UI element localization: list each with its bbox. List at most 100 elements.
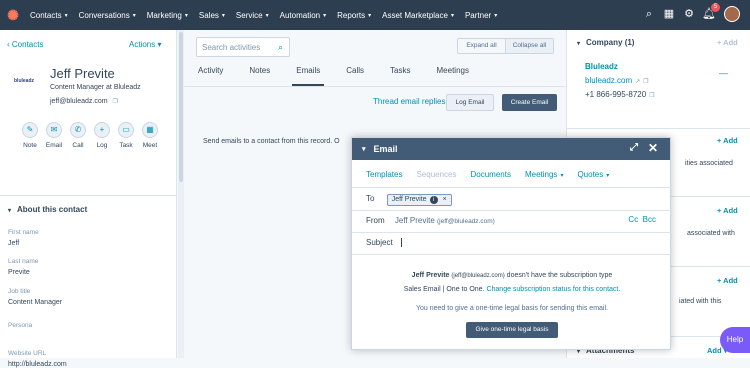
copy-icon[interactable]: ❐ [643,79,648,85]
tab-tasks[interactable]: Tasks [390,66,410,86]
quotes-dropdown[interactable]: Quotes ▾ [577,170,609,179]
chevron-down-icon[interactable]: ▾ [362,145,366,153]
company-logo: bluleadz [14,78,35,84]
tab-notes[interactable]: Notes [249,66,270,86]
about-section-toggle[interactable]: ▾ About this contact [8,205,87,214]
meet-button[interactable]: ▦ Meet [138,122,162,149]
nav-automation[interactable]: Automation ▾ [280,11,326,20]
company-phone: +1 866-995-8720 ❐ [585,90,655,99]
add-deal-button[interactable]: + Add [717,136,738,145]
log-button[interactable]: + Log [90,122,114,149]
bcc-link[interactable]: Bcc [643,215,656,224]
recipient-chip[interactable]: Jeff Previte i × [386,194,452,206]
company-domain: bluleadz.com ↗ ❐ [585,76,649,85]
info-icon[interactable]: i [429,196,438,204]
nav-asset-marketplace[interactable]: Asset Marketplace ▾ [382,11,454,20]
contact-title: Content Manager at Bluleadz [50,84,141,91]
nav-sales[interactable]: Sales ▾ [199,11,225,20]
documents-button[interactable]: Documents [471,170,511,179]
cc-bcc-links: Cc Bcc [628,215,656,224]
hubspot-logo-icon[interactable]: ✺ [6,8,20,22]
calendar-icon: ▦ [142,122,158,138]
back-to-contacts-link[interactable]: ‹ Contacts [7,40,43,49]
thread-email-replies-link[interactable]: Thread email replies [373,97,445,106]
sequences-button: Sequences [416,170,457,179]
notification-badge: 5 [711,3,720,12]
email-toolbar: Templates Sequences Documents Meetings ▾ … [366,170,623,179]
email-button[interactable]: ✉ Email [42,122,66,149]
expand-collapse-group: Expand all Collapse all [457,38,554,54]
call-button[interactable]: ✆ Call [66,122,90,149]
copy-icon[interactable]: ❐ [113,99,118,105]
top-nav: ✺ Contacts ▾ Conversations ▾ Marketing ▾ Sa… [0,0,750,30]
nav-conversations[interactable]: Conversations ▾ [79,11,136,20]
search-activities-input[interactable]: Search activities ⌕ [196,37,290,57]
search-icon[interactable]: ⌕ [642,7,656,21]
divider [352,232,672,233]
task-button[interactable]: ▭ Task [114,122,138,149]
log-email-button[interactable]: Log Email [446,94,494,111]
help-button[interactable]: Help [720,327,750,353]
tab-emails[interactable]: Emails [292,66,325,86]
close-icon[interactable]: ✕ [648,141,658,155]
search-icon[interactable]: ⌕ [278,42,283,53]
contact-name[interactable]: Jeff Previte [50,66,115,81]
add-ticket-button[interactable]: + Add [717,206,738,215]
marketplace-icon[interactable]: ▦ [662,7,676,21]
email-modal-header[interactable]: ▾ Email ⤢ ✕ [352,138,670,160]
property-last-name[interactable]: Last name Previte [8,258,38,276]
envelope-icon: ✉ [46,122,62,138]
tab-calls[interactable]: Calls [346,66,364,86]
property-job-title[interactable]: Job title Content Manager [8,288,62,306]
actions-dropdown[interactable]: Actions ▾ [129,40,161,49]
tab-divider [184,86,566,87]
property-persona[interactable]: Persona [8,322,32,333]
copy-icon[interactable]: ❐ [649,93,654,99]
plus-icon: + [94,122,110,138]
empty-state-text: Send emails to a contact from this recor… [203,138,340,145]
user-avatar[interactable] [724,6,740,22]
give-legal-basis-button[interactable]: Give one-time legal basis [466,322,558,338]
nav-contacts[interactable]: Contacts ▾ [30,11,68,20]
change-subscription-link[interactable]: Change subscription status for this cont… [486,286,620,293]
settings-gear-icon[interactable]: ⚙ [682,7,696,21]
create-email-button[interactable]: Create Email [502,94,557,111]
edit-icon: ✎ [22,122,38,138]
nav-marketing[interactable]: Marketing ▾ [147,11,188,20]
nav-partner[interactable]: Partner ▾ [465,11,497,20]
meetings-dropdown[interactable]: Meetings ▾ [525,170,563,179]
subject-input[interactable]: Subject [366,238,402,248]
phone-icon: ✆ [70,122,86,138]
add-company-button[interactable]: + Add [717,38,738,47]
nav-service[interactable]: Service ▾ [236,11,269,20]
more-options-icon[interactable]: — [719,68,728,78]
chevron-down-icon: ▾ [577,41,581,47]
expand-icon[interactable]: ⤢ [630,142,638,153]
note-button[interactable]: ✎ Note [18,122,42,149]
templates-button[interactable]: Templates [366,170,402,179]
external-link-icon[interactable]: ↗ [635,79,640,85]
add-item-button[interactable]: + Add [717,276,738,285]
property-first-name[interactable]: First name Jeff [8,229,39,247]
from-row[interactable]: From Jeff Previte (jeff@bluleadz.com) [366,216,495,225]
activity-buttons: ✎ Note ✉ Email ✆ Call + Log ▭ Task ▦ Meet [18,122,162,149]
tab-activity[interactable]: Activity [198,66,223,86]
contact-panel: ‹ Contacts Actions ▾ bluleadz Jeff Previ… [0,30,177,368]
property-website-url[interactable]: Website URL http://bluleadz.com [8,350,67,368]
company-section-toggle[interactable]: ▾ Company (1) [577,38,634,47]
notifications-bell-icon[interactable]: 🔔︎ 5 [702,3,720,21]
legal-basis-text: You need to give a one-time legal basis … [416,305,608,312]
cc-link[interactable]: Cc [628,215,638,224]
nav-reports[interactable]: Reports ▾ [337,11,371,20]
collapse-all-button[interactable]: Collapse all [505,39,553,53]
scrollbar-thumb[interactable] [179,32,183,182]
timeline-tabs: Activity Notes Emails Calls Tasks Meetin… [198,66,495,86]
section-partial-text: iated with this [679,298,722,305]
company-name-link[interactable]: Bluleadz [585,62,655,71]
tab-meetings[interactable]: Meetings [437,66,469,86]
task-icon: ▭ [118,122,134,138]
expand-all-button[interactable]: Expand all [458,39,505,53]
nav-menu: Contacts ▾ Conversations ▾ Marketing ▾ Sale… [30,11,508,20]
remove-recipient-icon[interactable]: × [443,196,447,203]
divider [352,254,672,255]
